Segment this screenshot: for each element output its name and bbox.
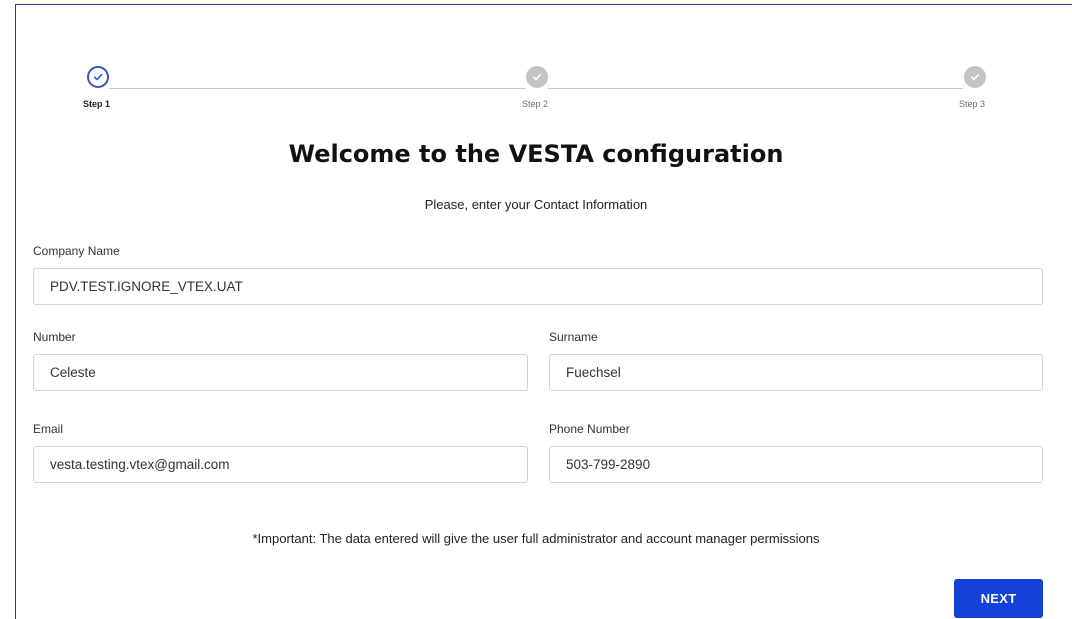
page-subtitle: Please, enter your Contact Information — [424, 197, 648, 212]
phone-number-label: Phone Number — [549, 422, 630, 436]
step-3-label: Step 3 — [959, 99, 986, 109]
next-button[interactable]: NEXT — [954, 579, 1043, 618]
surname-label: Surname — [549, 330, 598, 344]
check-icon — [533, 74, 542, 81]
step-connector-1 — [109, 88, 526, 89]
step-connector-2 — [548, 88, 963, 89]
email-field[interactable] — [33, 446, 528, 483]
number-label: Number — [33, 330, 76, 344]
surname-field[interactable] — [549, 354, 1043, 391]
page-title: Welcome to the VESTA configuration — [288, 140, 784, 168]
check-icon — [971, 74, 980, 81]
permissions-notice: *Important: The data entered will give t… — [252, 531, 820, 546]
step-1-label: Step 1 — [83, 99, 111, 109]
company-name-label: Company Name — [33, 244, 120, 258]
check-icon — [93, 73, 103, 81]
page-frame — [15, 4, 1072, 619]
step-3-indicator[interactable] — [964, 66, 986, 88]
step-2-label: Step 2 — [522, 99, 549, 109]
email-label: Email — [33, 422, 64, 436]
step-2-indicator[interactable] — [526, 66, 548, 88]
company-name-field[interactable] — [33, 268, 1043, 305]
number-field[interactable] — [33, 354, 528, 391]
phone-number-field[interactable] — [549, 446, 1043, 483]
step-1-indicator[interactable] — [87, 66, 109, 88]
